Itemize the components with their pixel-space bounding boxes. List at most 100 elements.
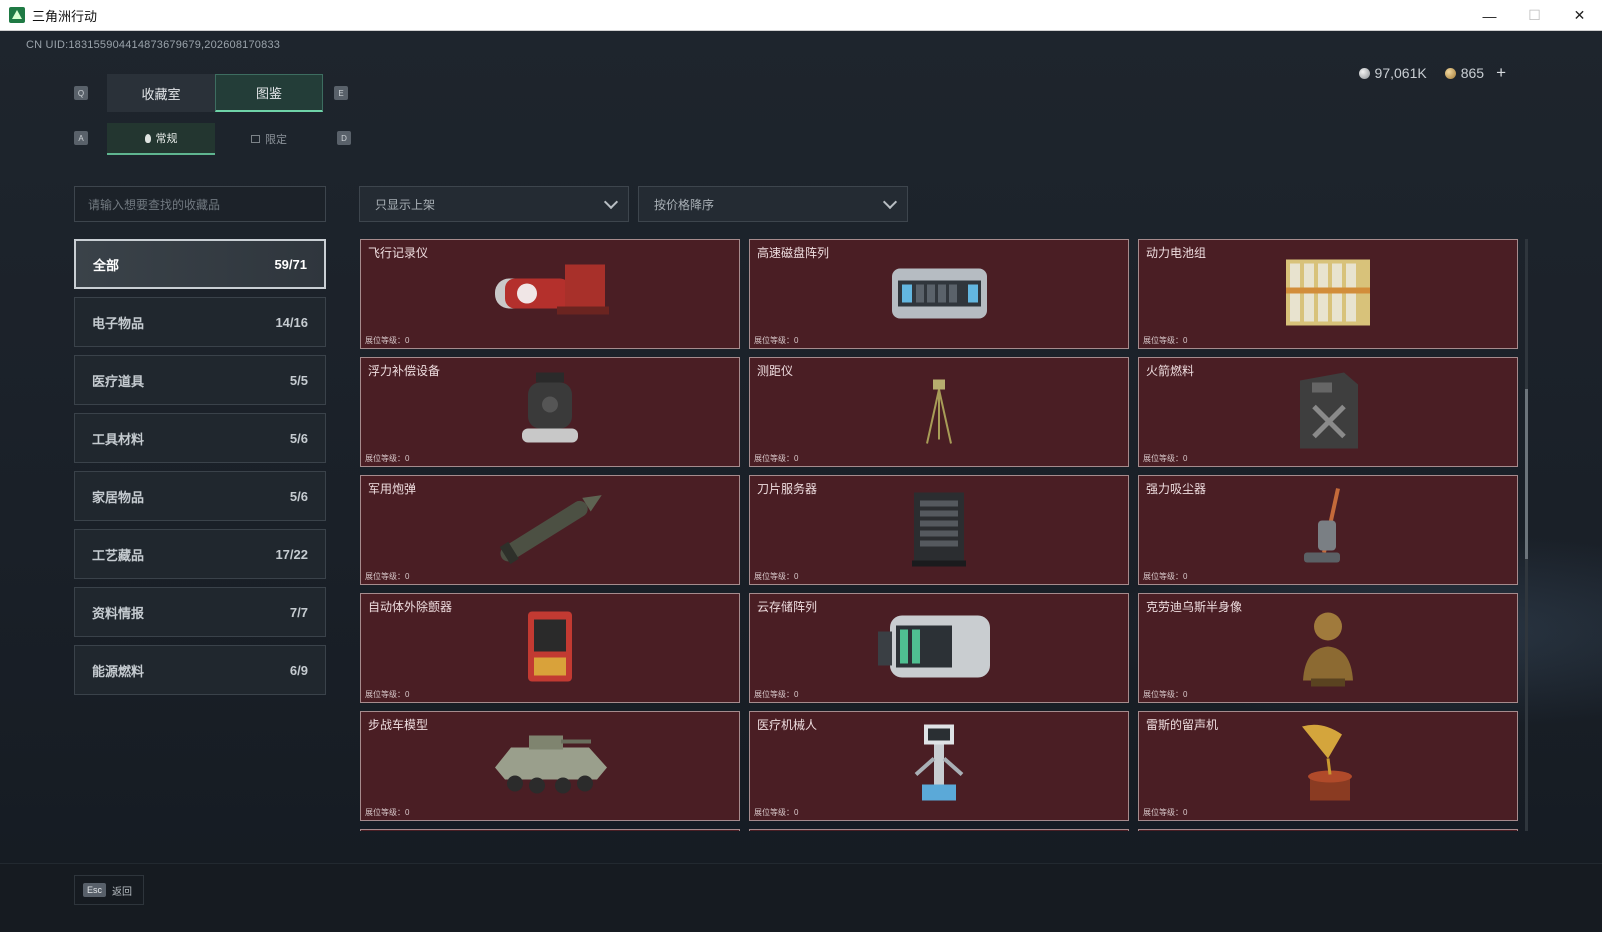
scrollbar-thumb[interactable] <box>1525 389 1528 559</box>
bottom-bar: Esc 返回 <box>0 863 1602 932</box>
tab-limited[interactable]: 限定 <box>215 123 323 155</box>
tab-regular[interactable]: 常规 <box>107 123 215 155</box>
item-name: 克劳迪乌斯半身像 <box>1146 600 1243 614</box>
silver-coin-icon <box>1358 67 1370 79</box>
item-name: 自动体外除颤器 <box>368 600 453 614</box>
silver-currency: 97,061K <box>1358 65 1427 81</box>
battery-pack-icon <box>1278 252 1378 337</box>
item-name: 刀片服务器 <box>757 482 818 496</box>
item-name: 浮力补偿设备 <box>368 364 441 378</box>
gramophone-icon <box>1288 719 1368 814</box>
category-item[interactable]: 能源燃料 6/9 <box>74 645 326 695</box>
item-name: 医疗机械人 <box>757 718 818 732</box>
category-item[interactable]: 全部 59/71 <box>74 239 326 289</box>
item-card[interactable]: 克劳迪乌斯半身像展位等级：0 <box>1138 593 1518 703</box>
item-level: 展位等级：0 <box>1143 336 1188 345</box>
item-name: 飞行记录仪 <box>368 246 429 260</box>
tab-limited-label: 限定 <box>265 134 287 146</box>
item-card[interactable]: 动力电池组展位等级：0 <box>1138 239 1518 349</box>
item-card[interactable]: 浮力补偿设备展位等级：0 <box>360 357 740 467</box>
category-item[interactable]: 电子物品 14/16 <box>74 297 326 347</box>
flame-icon <box>144 133 151 143</box>
game-area: CN UID:1831559044148736796​79,2026081708… <box>0 31 1602 932</box>
category-label: 家居物品 <box>92 489 145 505</box>
item-name: 火箭燃料 <box>1146 364 1195 378</box>
category-item[interactable]: 家居物品 5/6 <box>74 471 326 521</box>
back-button[interactable]: Esc 返回 <box>74 875 144 905</box>
item-name: 军用炮弹 <box>368 482 417 496</box>
vacuum-icon <box>1298 483 1358 578</box>
back-label: 返回 <box>112 886 133 898</box>
item-level: 展位等级：0 <box>754 690 799 699</box>
category-item[interactable]: 医疗道具 5/5 <box>74 355 326 405</box>
item-card[interactable]: 刀片服务器展位等级：0 <box>749 475 1129 585</box>
window-titlebar: 三角洲行动 — ☐ ✕ <box>0 0 1602 31</box>
search-input[interactable]: 请输入想要查找的收藏品 <box>74 186 326 222</box>
currency-bar: 97,061K 865 + <box>1358 63 1506 83</box>
bust-icon <box>1293 603 1363 694</box>
item-card[interactable]: 军用炮弹展位等级：0 <box>360 475 740 585</box>
gold-amount: 865 <box>1460 65 1485 81</box>
item-card[interactable]: 火箭燃料展位等级：0 <box>1138 357 1518 467</box>
item-card[interactable]: 强力吸尘器 展位等级：0 <box>1138 475 1518 585</box>
item-level: 展位等级：0 <box>754 572 799 581</box>
limited-icon <box>251 135 260 143</box>
maximize-button[interactable]: ☐ <box>1512 0 1557 31</box>
hotkey-q: Q <box>74 86 88 100</box>
category-label: 资料情报 <box>92 605 145 621</box>
category-item[interactable]: 工具材料 5/6 <box>74 413 326 463</box>
item-level: 展位等级：0 <box>365 808 410 817</box>
item-name: 高速磁盘阵列 <box>757 246 830 260</box>
item-level: 展位等级：0 <box>365 572 410 581</box>
category-label: 能源燃料 <box>92 663 145 679</box>
category-label: 电子物品 <box>92 315 145 331</box>
item-level: 展位等级：0 <box>365 454 410 463</box>
window-controls: — ☐ ✕ <box>1467 0 1602 31</box>
buoyancy-device-icon <box>510 367 590 458</box>
ifv-model-icon <box>485 724 615 809</box>
item-card[interactable]: 雷斯的留声机 展位等级：0 <box>1138 711 1518 821</box>
item-card[interactable]: 军用信息终端展位等级：0 <box>360 829 740 831</box>
category-label: 医疗道具 <box>92 373 145 389</box>
tab-collection-room[interactable]: 收藏室 <box>107 74 215 112</box>
sort-dropdown[interactable]: 按价格降序 <box>638 186 908 222</box>
category-count: 14/16 <box>275 314 308 330</box>
item-card[interactable]: 高速磁盘阵列 展位等级：0 <box>749 239 1129 349</box>
item-level: 展位等级：0 <box>754 808 799 817</box>
item-card[interactable]: 步战车模型 展位等级：0 <box>360 711 740 821</box>
item-level: 展位等级：0 <box>365 336 410 345</box>
app-logo-icon <box>9 7 25 23</box>
category-item[interactable]: 资料情报 7/7 <box>74 587 326 637</box>
item-level: 展位等级：0 <box>754 454 799 463</box>
blade-server-icon <box>904 485 974 576</box>
item-card[interactable]: 自动体外除颤器 展位等级：0 <box>360 593 740 703</box>
close-button[interactable]: ✕ <box>1557 0 1602 31</box>
item-card[interactable]: 测距仪 展位等级：0 <box>749 357 1129 467</box>
item-card[interactable]: 滑膛枪展品展位等级：0 <box>1138 829 1518 831</box>
item-card[interactable]: 医疗机械人展位等级：0 <box>749 711 1129 821</box>
esc-key: Esc <box>83 883 107 897</box>
item-name: 动力电池组 <box>1146 246 1207 260</box>
display-filter-dropdown[interactable]: 只显示上架 <box>359 186 629 222</box>
fuel-can-icon <box>1288 365 1368 460</box>
grid-scrollbar[interactable] <box>1525 239 1528 831</box>
defibrillator-icon <box>520 606 580 691</box>
category-label: 工艺藏品 <box>92 547 145 563</box>
item-level: 展位等级：0 <box>1143 690 1188 699</box>
item-name: 云存储阵列 <box>757 600 818 614</box>
category-label: 全部 <box>93 257 120 273</box>
item-level: 展位等级：0 <box>1143 454 1188 463</box>
tab-catalog[interactable]: 图鉴 <box>215 74 323 112</box>
item-card[interactable]: 军用电台展位等级：0 <box>749 829 1129 831</box>
hotkey-a: A <box>74 131 88 145</box>
item-card[interactable]: 云存储阵列展位等级：0 <box>749 593 1129 703</box>
minimize-button[interactable]: — <box>1467 0 1512 31</box>
category-count: 17/22 <box>275 546 308 562</box>
item-card[interactable]: 飞行记录仪展位等级：0 <box>360 239 740 349</box>
rangefinder-icon <box>919 370 959 455</box>
category-item[interactable]: 工艺藏品 17/22 <box>74 529 326 579</box>
hotkey-d: D <box>337 131 351 145</box>
item-level: 展位等级：0 <box>1143 808 1188 817</box>
category-count: 59/71 <box>274 256 307 272</box>
add-currency-button[interactable]: + <box>1496 63 1506 83</box>
